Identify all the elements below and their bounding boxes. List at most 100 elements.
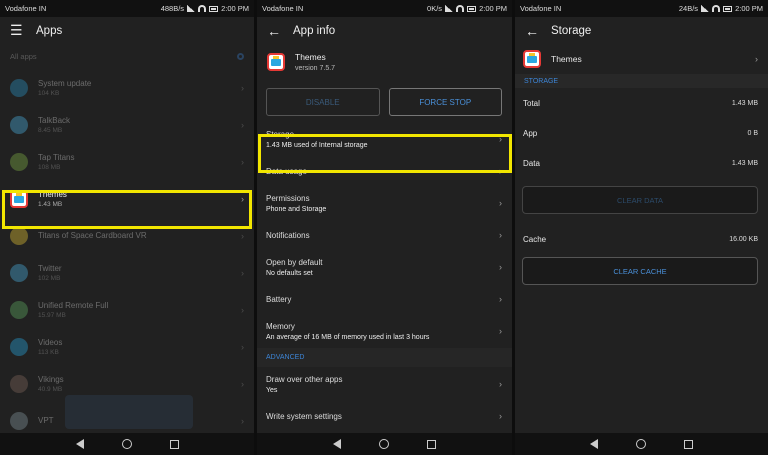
recents-nav-icon[interactable]: [427, 439, 436, 449]
chevron-right-icon: ›: [241, 415, 244, 426]
back-arrow-icon[interactable]: ←: [267, 23, 281, 39]
chevron-right-icon: ›: [241, 378, 244, 389]
chevron-right-icon: ›: [499, 326, 502, 336]
app-icon: [10, 115, 28, 134]
app-list-item[interactable]: Twitter 102 MB ›: [0, 254, 254, 291]
app-icon: [10, 152, 28, 171]
chevron-right-icon: ›: [241, 267, 244, 278]
bottom-action-bar[interactable]: [65, 395, 193, 429]
row-title: Notifications: [266, 230, 310, 240]
menu-icon[interactable]: ☰: [10, 22, 23, 39]
info-row-draw-over-other-apps[interactable]: Draw over other apps Yes ›: [257, 367, 512, 401]
row-title: Memory: [266, 321, 295, 331]
info-row-memory[interactable]: Memory An average of 16 MB of memory used…: [257, 314, 512, 348]
force-stop-button[interactable]: FORCE STOP: [388, 88, 502, 116]
page-title: Storage: [551, 24, 592, 37]
page-title: App info: [293, 24, 336, 37]
info-row-permissions[interactable]: Permissions Phone and Storage ›: [257, 186, 512, 220]
disable-button[interactable]: DISABLE: [266, 88, 380, 116]
clock: 2:00 PM: [221, 4, 249, 13]
info-row-open-by-default[interactable]: Open by default No defaults set ›: [257, 250, 512, 284]
apps-screen: Vodafone IN 488B/s 2:00 PM ☰ Apps All ap…: [0, 0, 254, 455]
app-icon: [10, 263, 28, 282]
app-name: Twitter: [38, 263, 62, 273]
back-nav-icon[interactable]: [75, 439, 84, 449]
chevron-right-icon: ›: [241, 82, 244, 93]
all-apps-filter[interactable]: All apps: [0, 44, 254, 69]
back-arrow-icon[interactable]: ←: [525, 23, 539, 39]
data-size-label: Data: [523, 158, 540, 168]
app-name: Tap Titans: [38, 152, 75, 162]
back-nav-icon[interactable]: [590, 439, 598, 449]
app-list-item[interactable]: TalkBack 8.45 MB ›: [0, 106, 254, 143]
recents-nav-icon[interactable]: [684, 439, 693, 449]
row-subtitle: An average of 16 MB of memory used in la…: [266, 333, 430, 341]
app-name: Themes: [295, 52, 326, 62]
app-name: Titans of Space Cardboard VR: [38, 231, 147, 240]
settings-icon[interactable]: [237, 53, 244, 60]
app-header-row[interactable]: Themes ›: [515, 44, 768, 74]
row-title: Open by default: [266, 257, 323, 267]
home-nav-icon[interactable]: [636, 439, 646, 449]
back-nav-icon[interactable]: [333, 439, 341, 449]
app-list-item[interactable]: System update 104 KB ›: [0, 69, 254, 106]
highlight-box: [258, 134, 512, 173]
app-size: 8.45 MB: [38, 126, 63, 134]
app-name: Videos: [38, 337, 63, 347]
cache-row: Cache 16.00 KB: [515, 224, 768, 254]
status-bar: Vodafone IN 24B/s 2:00 PM: [515, 0, 768, 17]
chevron-right-icon: ›: [499, 262, 502, 272]
app-bar: ☰ Apps: [0, 17, 254, 44]
nav-bar: [0, 433, 254, 455]
battery-icon: [723, 5, 733, 12]
total-label: Total: [523, 98, 540, 108]
signal-icon: [701, 5, 710, 12]
app-version: version 7.5.7: [295, 65, 336, 72]
app-name: TalkBack: [38, 115, 71, 125]
row-title: Permissions: [266, 193, 310, 203]
info-row-write-system-settings[interactable]: Write system settings ›: [257, 401, 512, 431]
signal-icon: [187, 5, 196, 12]
chevron-right-icon: ›: [241, 119, 244, 130]
app-list-item[interactable]: Tap Titans 108 MB ›: [0, 143, 254, 180]
row-subtitle: Phone and Storage: [266, 205, 327, 213]
cache-value: 16.00 KB: [729, 235, 758, 243]
app-list: System update 104 KB › TalkBack 8.45 MB › Tap …: [0, 69, 254, 439]
app-header: Themes version 7.5.7: [257, 44, 512, 80]
chevron-right-icon: ›: [241, 230, 244, 241]
storage-section-header: STORAGE: [515, 74, 768, 88]
network-speed: 24B/s: [678, 4, 699, 13]
app-list-item[interactable]: Unified Remote Full 15.97 MB ›: [0, 291, 254, 328]
home-nav-icon[interactable]: [121, 439, 132, 449]
wifi-icon: [712, 5, 721, 12]
app-bar: ← App info: [257, 17, 512, 44]
row-title: Draw over other apps: [266, 374, 343, 384]
status-bar: Vodafone IN 488B/s 2:00 PM: [0, 0, 254, 17]
app-icon: [10, 300, 28, 319]
app-size: 15.97 MB: [38, 311, 66, 319]
info-row-notifications[interactable]: Notifications ›: [257, 220, 512, 250]
app-name: Themes: [551, 54, 582, 64]
app-list-item[interactable]: Videos 113 KB ›: [0, 328, 254, 365]
wifi-icon: [198, 5, 207, 12]
app-name: System update: [38, 78, 92, 88]
network-speed: 488B/s: [160, 4, 185, 13]
total-value: 1.43 MB: [731, 99, 758, 107]
row-title: Write system settings: [266, 411, 342, 421]
info-row-battery[interactable]: Battery ›: [257, 284, 512, 314]
app-name: Unified Remote Full: [38, 300, 109, 310]
recents-nav-icon[interactable]: [169, 439, 179, 449]
chevron-right-icon: ›: [755, 54, 758, 64]
home-nav-icon[interactable]: [379, 439, 389, 449]
carrier-label: Vodafone IN: [262, 4, 304, 13]
clear-data-button[interactable]: CLEAR DATA: [522, 186, 758, 214]
carrier-label: Vodafone IN: [5, 4, 47, 13]
app-name: Vikings: [38, 374, 64, 384]
app-info-screen: Vodafone IN 0K/s 2:00 PM ← App info Them…: [257, 0, 512, 455]
total-row: Total 1.43 MB: [515, 88, 768, 118]
chevron-right-icon: ›: [499, 294, 502, 304]
app-size: 113 KB: [38, 348, 59, 356]
clear-cache-button[interactable]: CLEAR CACHE: [522, 257, 758, 285]
action-buttons: DISABLE FORCE STOP: [257, 80, 512, 122]
app-name: VPT: [38, 416, 54, 425]
